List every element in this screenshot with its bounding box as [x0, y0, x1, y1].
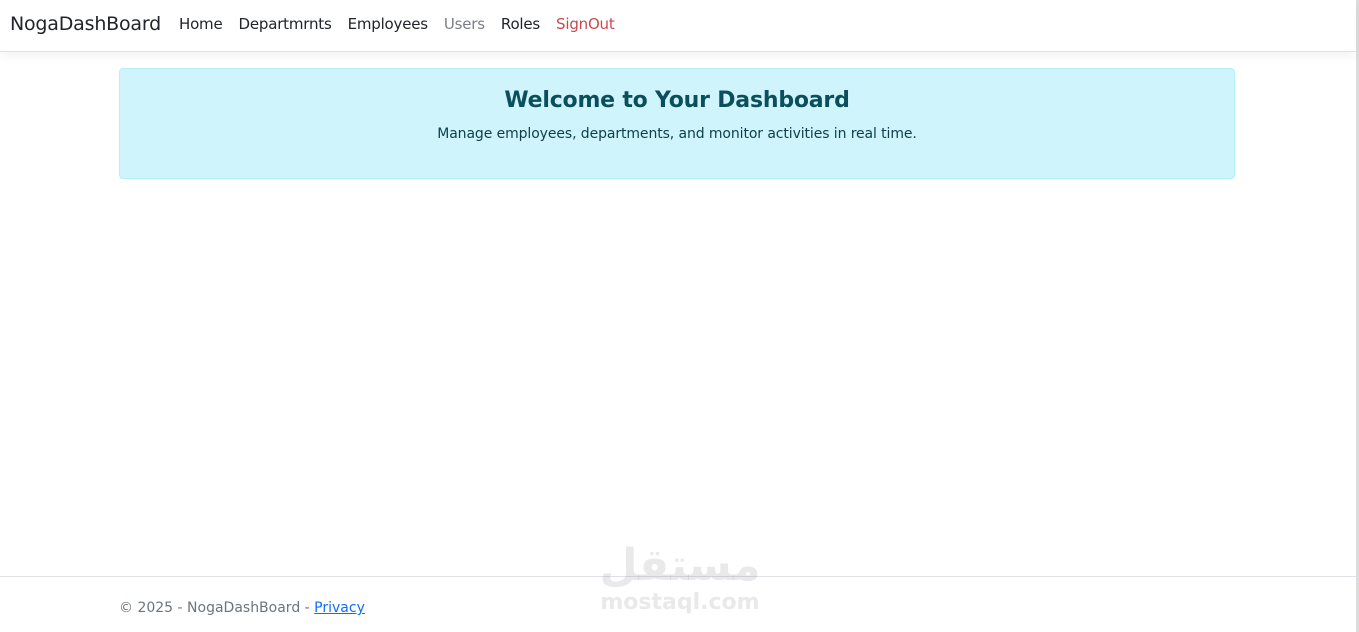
- welcome-title: Welcome to Your Dashboard: [504, 88, 850, 113]
- nav-link-users[interactable]: Users: [436, 13, 493, 35]
- brand-link[interactable]: NogaDashBoard: [10, 11, 161, 37]
- welcome-subtitle: Manage employees, departments, and monit…: [437, 126, 917, 142]
- page: NogaDashBoard Home Departmrnts Employees…: [0, 0, 1359, 632]
- privacy-link[interactable]: Privacy: [314, 600, 365, 616]
- top-navbar: NogaDashBoard Home Departmrnts Employees…: [0, 0, 1356, 52]
- footer-text: © 2025 - NogaDashBoard - Privacy: [119, 598, 365, 618]
- nav-link-signout[interactable]: SignOut: [548, 13, 623, 35]
- nav-link-roles[interactable]: Roles: [493, 13, 548, 35]
- page-footer: © 2025 - NogaDashBoard - Privacy: [0, 576, 1356, 632]
- nav-link-employees[interactable]: Employees: [340, 13, 436, 35]
- nav-link-departments[interactable]: Departmrnts: [231, 13, 340, 35]
- nav-link-home[interactable]: Home: [171, 13, 231, 35]
- nav-links: Home Departmrnts Employees Users Roles S…: [171, 13, 623, 35]
- welcome-alert: Welcome to Your Dashboard Manage employe…: [119, 68, 1235, 179]
- footer-copyright: © 2025 - NogaDashBoard -: [119, 600, 315, 616]
